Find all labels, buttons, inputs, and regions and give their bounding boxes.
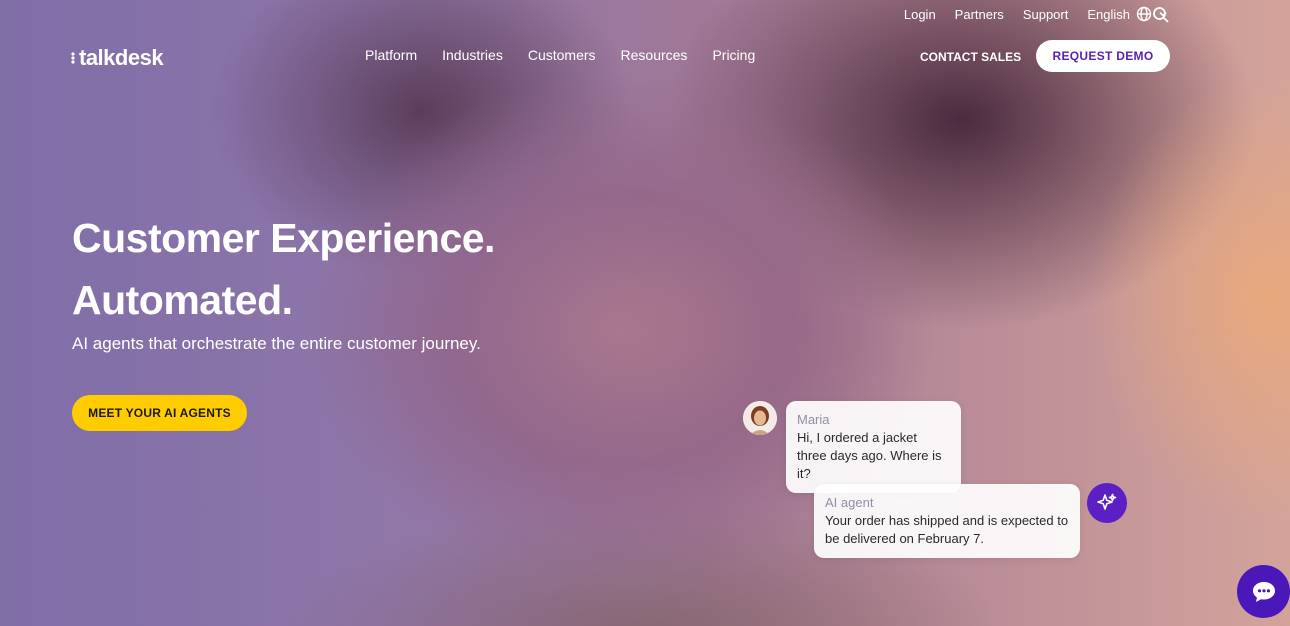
language-label: English — [1087, 6, 1130, 22]
talkdesk-logo[interactable]: talkdesk — [70, 45, 164, 71]
agent-message: Your order has shipped and is expected t… — [825, 513, 1069, 546]
utility-bar: Login Partners Support English — [904, 6, 1168, 22]
meet-ai-agents-button[interactable]: MEET YOUR AI AGENTS — [72, 395, 247, 431]
logo-text: talkdesk — [79, 45, 164, 70]
main-nav: Platform Industries Customers Resources … — [365, 47, 755, 63]
headline-line-2: Automated. — [72, 277, 293, 323]
hero-headline: Customer Experience. Automated. — [72, 207, 495, 331]
nav-item-resources[interactable]: Resources — [621, 47, 688, 63]
partners-link[interactable]: Partners — [955, 7, 1004, 22]
chat-bubble-icon — [1252, 581, 1275, 602]
nav-item-pricing[interactable]: Pricing — [712, 47, 755, 63]
nav-item-industries[interactable]: Industries — [442, 47, 503, 63]
customer-name: Maria — [797, 412, 830, 427]
agent-message-bubble: AI agent Your order has shipped and is e… — [814, 484, 1080, 558]
hero-subhead: AI agents that orchestrate the entire cu… — [72, 334, 481, 353]
login-link[interactable]: Login — [904, 7, 936, 22]
nav-item-customers[interactable]: Customers — [528, 47, 596, 63]
hero-section: Login Partners Support English talkdesk — [0, 0, 1290, 626]
search-icon[interactable] — [1152, 6, 1170, 24]
contact-sales-link[interactable]: CONTACT SALES — [920, 50, 1021, 64]
customer-message-bubble: Maria Hi, I ordered a jacket three days … — [786, 401, 961, 493]
customer-message: Hi, I ordered a jacket three days ago. W… — [797, 430, 942, 481]
logo-dots-icon — [71, 52, 75, 64]
nav-item-platform[interactable]: Platform — [365, 47, 417, 63]
agent-name: AI agent — [825, 495, 874, 510]
globe-icon — [1136, 6, 1152, 22]
request-demo-button[interactable]: REQUEST DEMO — [1036, 40, 1170, 72]
customer-avatar — [743, 401, 777, 435]
support-link[interactable]: Support — [1023, 7, 1069, 22]
chat-widget-button[interactable] — [1237, 565, 1290, 618]
ai-agent-badge — [1087, 483, 1127, 523]
headline-line-1: Customer Experience. — [72, 215, 495, 261]
sparkle-icon — [1097, 493, 1117, 510]
